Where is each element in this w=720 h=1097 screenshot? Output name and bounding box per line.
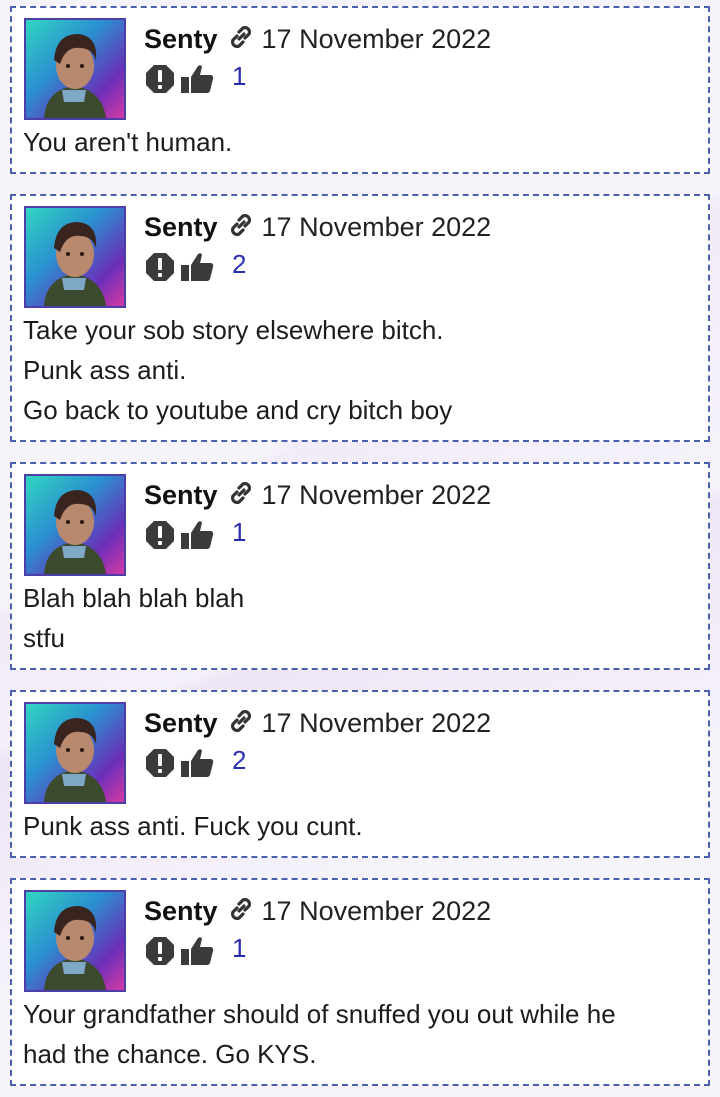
comment-meta: Senty 17 November 2022 [144, 894, 491, 928]
comment-date: 17 November 2022 [261, 211, 492, 242]
comment-line: Blah blah blah blah [23, 583, 245, 613]
comment-date: 17 November 2022 [261, 479, 492, 510]
comment: Senty 17 November 2022 [10, 690, 710, 858]
avatar[interactable] [24, 702, 126, 804]
comment: Senty 17 November 2022 [10, 194, 710, 442]
report-icon[interactable] [144, 747, 176, 784]
link-icon[interactable] [226, 22, 256, 57]
comment-actions: 1 [144, 60, 247, 100]
link-icon[interactable] [226, 210, 256, 245]
comment-actions: 2 [144, 744, 247, 784]
avatar-portrait [44, 34, 106, 118]
like-count: 1 [232, 932, 247, 963]
like-count: 1 [232, 60, 247, 91]
comment-actions: 1 [144, 516, 247, 556]
author-name[interactable]: Senty [144, 896, 218, 927]
comment: Senty 17 November 2022 [10, 878, 710, 1086]
comment-line: Your grandfather should of snuffed you o… [23, 999, 616, 1029]
avatar[interactable] [24, 206, 126, 308]
comment-meta: Senty 17 November 2022 [144, 22, 491, 56]
thumbs-up-icon[interactable] [180, 519, 214, 556]
comment-line: Punk ass anti. [23, 355, 187, 385]
thumbs-up-icon[interactable] [180, 251, 214, 288]
comment: Senty 17 November 2022 [10, 462, 710, 670]
comment-body: You aren't human. [23, 122, 698, 162]
like-count: 1 [232, 516, 247, 547]
comment-body: Blah blah blah blah stfu [23, 578, 698, 658]
comment-body: Your grandfather should of snuffed you o… [23, 994, 698, 1074]
comment-meta: Senty 17 November 2022 [144, 706, 491, 740]
avatar-portrait [44, 222, 106, 306]
comment-date: 17 November 2022 [261, 707, 492, 738]
report-icon[interactable] [144, 519, 176, 556]
link-icon[interactable] [226, 478, 256, 513]
author-name[interactable]: Senty [144, 480, 218, 511]
avatar-portrait [44, 906, 106, 990]
link-icon[interactable] [226, 894, 256, 929]
report-icon[interactable] [144, 63, 176, 100]
comment-body: Take your sob story elsewhere bitch. Pun… [23, 310, 698, 430]
report-icon[interactable] [144, 935, 176, 972]
avatar[interactable] [24, 890, 126, 992]
avatar[interactable] [24, 18, 126, 120]
comment-date: 17 November 2022 [261, 23, 492, 54]
author-name[interactable]: Senty [144, 708, 218, 739]
comment-meta: Senty 17 November 2022 [144, 210, 491, 244]
comment-line: Take your sob story elsewhere bitch. [23, 315, 444, 345]
comment-line: stfu [23, 623, 65, 653]
avatar-portrait [44, 718, 106, 802]
report-icon[interactable] [144, 251, 176, 288]
like-count: 2 [232, 248, 247, 279]
comment-meta: Senty 17 November 2022 [144, 478, 491, 512]
comment-body: Punk ass anti. Fuck you cunt. [23, 806, 698, 846]
comment-actions: 2 [144, 248, 247, 288]
comment-line: Go back to youtube and cry bitch boy [23, 395, 453, 425]
comment-date: 17 November 2022 [261, 895, 492, 926]
comment-line: had the chance. Go KYS. [23, 1039, 317, 1069]
avatar-portrait [44, 490, 106, 574]
link-icon[interactable] [226, 706, 256, 741]
author-name[interactable]: Senty [144, 212, 218, 243]
comment-actions: 1 [144, 932, 247, 972]
avatar[interactable] [24, 474, 126, 576]
thumbs-up-icon[interactable] [180, 935, 214, 972]
thumbs-up-icon[interactable] [180, 747, 214, 784]
like-count: 2 [232, 744, 247, 775]
author-name[interactable]: Senty [144, 24, 218, 55]
comment: Senty 17 November 2022 [10, 6, 710, 174]
comment-line: Punk ass anti. Fuck you cunt. [23, 811, 363, 841]
comment-line: You aren't human. [23, 127, 233, 157]
thumbs-up-icon[interactable] [180, 63, 214, 100]
